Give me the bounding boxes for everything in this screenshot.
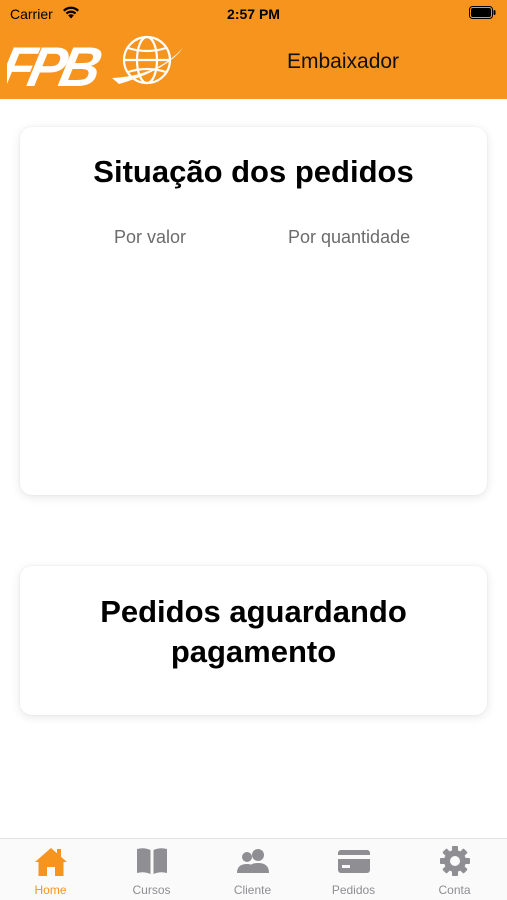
orders-status-tabs: Por valor Por quantidade	[20, 227, 487, 251]
tab-cursos-label: Cursos	[132, 883, 171, 897]
book-icon	[136, 848, 167, 874]
tab-por-valor[interactable]: Por valor	[114, 227, 186, 248]
app-screen: Carrier 2:57 PM FPB Embaixador Situação …	[0, 0, 507, 900]
header-bar: Carrier 2:57 PM FPB Embaixador	[0, 0, 507, 99]
tab-cliente[interactable]: Cliente	[202, 839, 303, 900]
battery-icon	[469, 6, 496, 19]
orders-status-card: Situação dos pedidos Por valor Por quant…	[20, 127, 487, 495]
gear-icon	[439, 846, 470, 876]
orders-status-title: Situação dos pedidos	[93, 154, 414, 189]
tab-cliente-label: Cliente	[233, 883, 272, 897]
tab-por-quantidade[interactable]: Por quantidade	[288, 227, 410, 248]
tab-pedidos[interactable]: Pedidos	[303, 839, 404, 900]
status-time: 2:57 PM	[227, 6, 280, 22]
tab-pedidos-label: Pedidos	[331, 883, 376, 897]
pending-payment-title: Pedidos aguardando pagamento	[100, 594, 407, 669]
svg-text:FPB: FPB	[7, 36, 106, 94]
bottom-tab-bar: Home Cursos Cliente Pedidos Conta	[0, 838, 507, 900]
credit-card-icon	[337, 850, 370, 873]
users-icon	[236, 849, 269, 873]
tab-conta[interactable]: Conta	[404, 839, 505, 900]
pending-payment-card[interactable]: Pedidos aguardando pagamento	[20, 566, 487, 715]
home-icon	[34, 848, 67, 876]
fpb-logo: FPB	[7, 36, 183, 94]
tab-conta-label: Conta	[438, 883, 471, 897]
status-bar: Carrier 2:57 PM	[0, 0, 507, 30]
page-title: Embaixador	[287, 50, 400, 73]
tab-cursos[interactable]: Cursos	[101, 839, 202, 900]
tab-home[interactable]: Home	[0, 839, 101, 900]
tab-home-label: Home	[34, 883, 67, 897]
